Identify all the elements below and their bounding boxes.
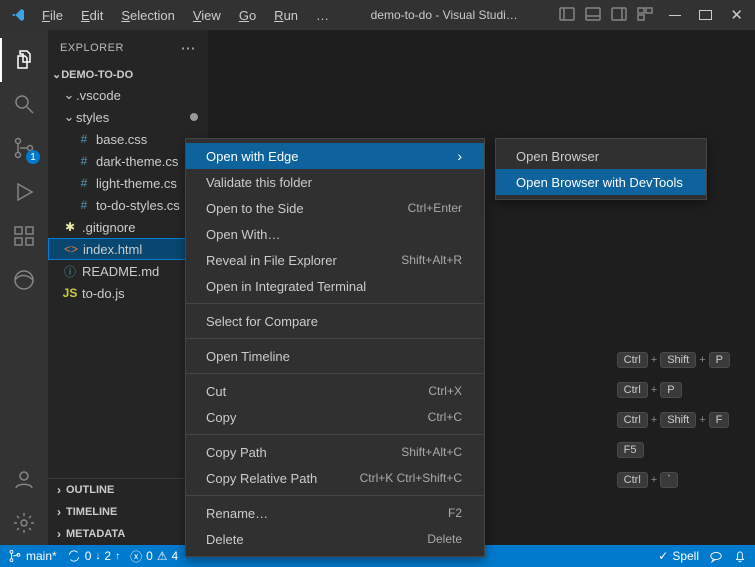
explorer-panels: ›OUTLINE ›TIMELINE ›METADATA [48, 478, 208, 545]
explorer-more-icon[interactable]: ⋯ [181, 39, 197, 57]
activity-account[interactable] [0, 457, 48, 501]
activity-settings[interactable] [0, 501, 48, 545]
cm-copy[interactable]: CopyCtrl+C [186, 404, 484, 430]
cm-cut[interactable]: CutCtrl+X [186, 378, 484, 404]
cm-select-compare[interactable]: Select for Compare [186, 308, 484, 334]
folder-vscode[interactable]: ⌄.vscode [48, 84, 208, 106]
activity-explorer[interactable] [0, 38, 48, 82]
folder-styles[interactable]: ⌄styles [48, 106, 208, 128]
js-file-icon: JS [62, 286, 78, 300]
explorer-title: EXPLORER [60, 42, 124, 54]
status-spell[interactable]: ✓Spell [658, 549, 699, 563]
layout-customize-icon[interactable] [637, 7, 653, 24]
css-file-icon: # [76, 198, 92, 212]
info-file-icon: ⓘ [62, 263, 78, 280]
panel-timeline[interactable]: ›TIMELINE [48, 501, 208, 523]
submenu-arrow-icon: › [457, 148, 462, 164]
menu-view[interactable]: View [185, 4, 229, 27]
activity-source-control[interactable]: 1 [0, 126, 48, 170]
layout-sidebar-right-icon[interactable] [611, 7, 627, 24]
menu-go[interactable]: Go [231, 4, 264, 27]
minimize-icon[interactable] [669, 15, 681, 16]
file-base-css[interactable]: #base.css [48, 128, 208, 150]
maximize-icon[interactable] [699, 10, 712, 20]
file-readme[interactable]: ⓘREADME.md [48, 260, 208, 282]
activity-run-debug[interactable] [0, 170, 48, 214]
layout-sidebar-left-icon[interactable] [559, 7, 575, 24]
cm-open-to-side[interactable]: Open to the SideCtrl+Enter [186, 195, 484, 221]
status-sync[interactable]: 0↓ 2↑ [67, 549, 120, 563]
edge-submenu: Open Browser Open Browser with DevTools [495, 138, 707, 200]
explorer-header: EXPLORER ⋯ [48, 30, 208, 65]
cm-open-with-edge[interactable]: Open with Edge› [186, 143, 484, 169]
activity-extensions[interactable] [0, 214, 48, 258]
css-file-icon: # [76, 154, 92, 168]
html-file-icon: <> [63, 242, 79, 256]
file-context-menu: Open with Edge› Validate this folder Ope… [185, 138, 485, 557]
status-problems[interactable]: ⓧ0 ⚠4 [130, 548, 178, 565]
activity-bar: 1 [0, 30, 48, 545]
cm-open-browser-devtools[interactable]: Open Browser with DevTools [496, 169, 706, 195]
cm-delete[interactable]: DeleteDelete [186, 526, 484, 552]
window-title: demo-to-do - Visual Studi… [337, 8, 551, 22]
status-branch[interactable]: main* [8, 549, 57, 563]
cm-copy-path[interactable]: Copy PathShift+Alt+C [186, 439, 484, 465]
file-gitignore[interactable]: ✱.gitignore [48, 216, 208, 238]
welcome-hints: Ctrl+Shift+P Ctrl+P Ctrl+Shift+F F5 Ctrl… [616, 352, 731, 488]
menu-edit[interactable]: Edit [73, 4, 111, 27]
cm-separator [186, 303, 484, 304]
cm-separator [186, 373, 484, 374]
css-file-icon: # [76, 176, 92, 190]
cm-open-terminal[interactable]: Open in Integrated Terminal [186, 273, 484, 299]
menu-overflow[interactable]: … [308, 4, 337, 27]
git-file-icon: ✱ [62, 220, 78, 234]
title-bar: File Edit Selection View Go Run … demo-t… [0, 0, 755, 30]
activity-edge-tools[interactable] [0, 258, 48, 302]
menu-file[interactable]: File [34, 4, 71, 27]
panel-outline[interactable]: ›OUTLINE [48, 479, 208, 501]
close-icon[interactable]: ✕ [730, 8, 743, 23]
cm-open-timeline[interactable]: Open Timeline [186, 343, 484, 369]
file-dark-theme[interactable]: #dark-theme.cs [48, 150, 208, 172]
cm-open-with[interactable]: Open With… [186, 221, 484, 247]
window-controls: ✕ [669, 8, 743, 23]
file-index-html[interactable]: <>index.html [48, 238, 208, 260]
menu-bar: File Edit Selection View Go Run … [34, 4, 337, 27]
explorer-sidebar: EXPLORER ⋯ ⌄DEMO-TO-DO ⌄.vscode ⌄styles … [48, 30, 208, 545]
cm-open-browser[interactable]: Open Browser [496, 143, 706, 169]
cm-separator [186, 434, 484, 435]
menu-run[interactable]: Run [266, 4, 306, 27]
file-todo-js[interactable]: JSto-do.js [48, 282, 208, 304]
cm-validate-folder[interactable]: Validate this folder [186, 169, 484, 195]
scm-badge: 1 [26, 150, 40, 164]
css-file-icon: # [76, 132, 92, 146]
cm-rename[interactable]: Rename…F2 [186, 500, 484, 526]
layout-controls [559, 7, 653, 24]
menu-selection[interactable]: Selection [113, 4, 182, 27]
tree-root[interactable]: ⌄DEMO-TO-DO [48, 65, 208, 84]
cm-reveal-explorer[interactable]: Reveal in File ExplorerShift+Alt+R [186, 247, 484, 273]
file-todo-styles[interactable]: #to-do-styles.cs [48, 194, 208, 216]
file-light-theme[interactable]: #light-theme.cs [48, 172, 208, 194]
dirty-indicator-icon [190, 113, 198, 121]
panel-metadata[interactable]: ›METADATA [48, 523, 208, 545]
layout-panel-icon[interactable] [585, 7, 601, 24]
cm-separator [186, 495, 484, 496]
file-tree: ⌄DEMO-TO-DO ⌄.vscode ⌄styles #base.css #… [48, 65, 208, 478]
cm-separator [186, 338, 484, 339]
activity-search[interactable] [0, 82, 48, 126]
cm-copy-relative-path[interactable]: Copy Relative PathCtrl+K Ctrl+Shift+C [186, 465, 484, 491]
vscode-logo-icon [10, 7, 26, 23]
status-notifications-icon[interactable] [733, 549, 747, 563]
status-feedback-icon[interactable] [709, 549, 723, 563]
